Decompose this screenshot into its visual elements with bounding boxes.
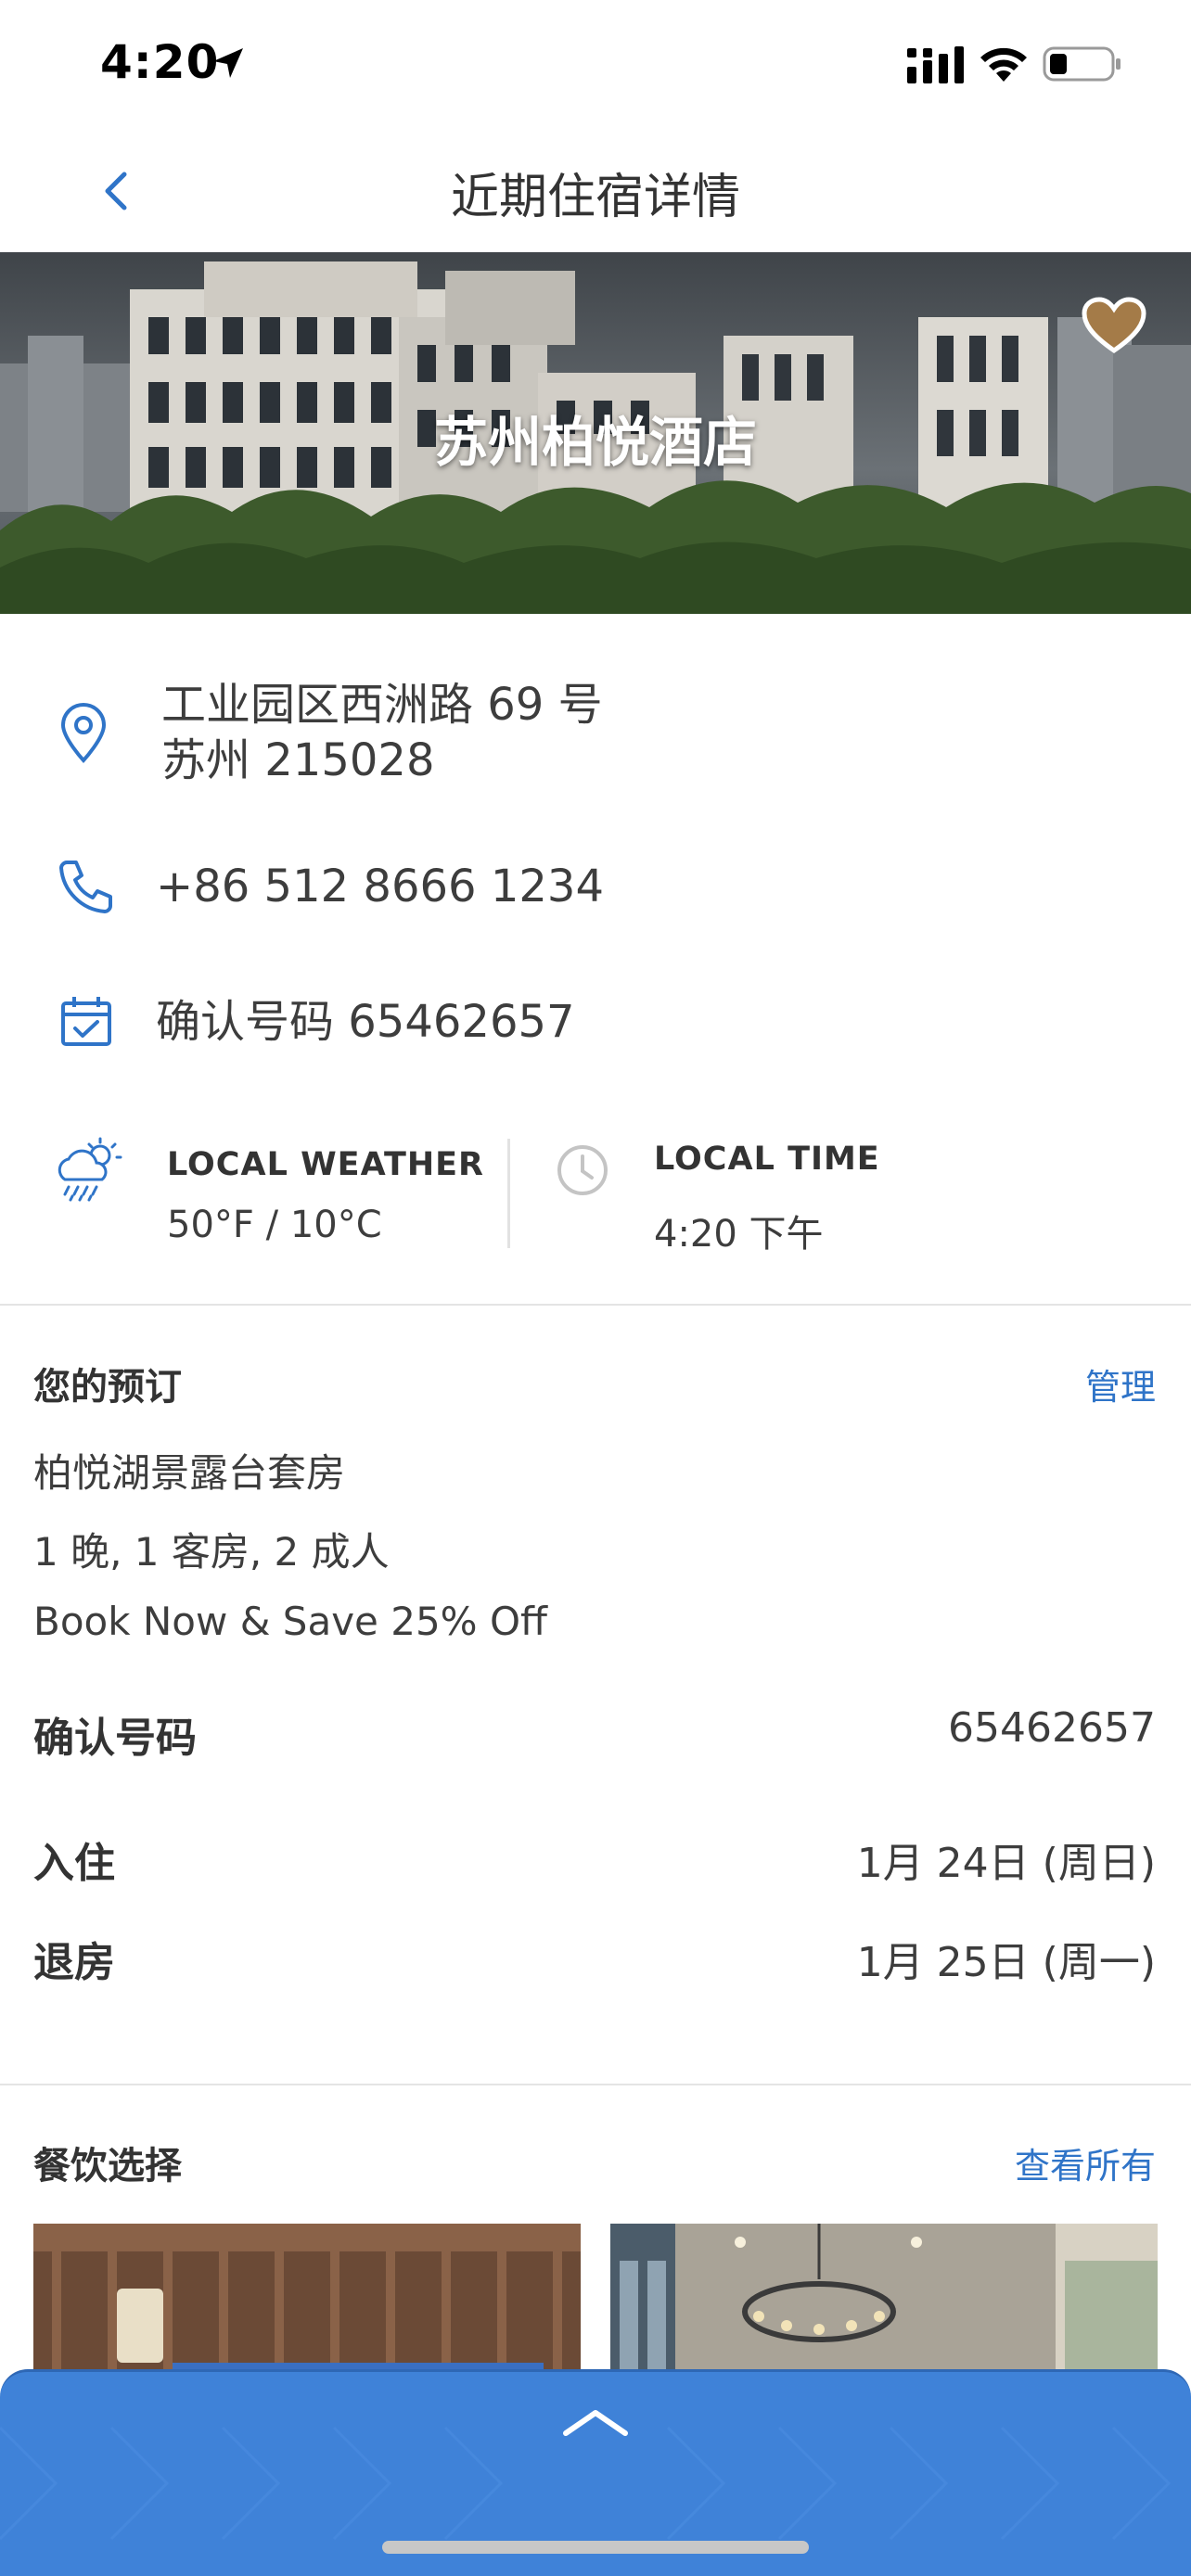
hotel-name: 苏州柏悦酒店	[433, 411, 757, 474]
reservation-section-title: 您的预订	[33, 1366, 182, 1409]
wifi-icon	[980, 47, 1027, 82]
checkin-label: 入住	[33, 1840, 115, 1887]
phone-icon	[59, 861, 112, 913]
chevron-up-icon[interactable]	[560, 2405, 631, 2439]
room-type: 柏悦湖景露台套房	[33, 1450, 346, 1496]
address-row[interactable]: 工业园区西洲路 69 号 苏州 215028	[0, 677, 1191, 797]
divider	[0, 2084, 1191, 2085]
location-arrow-icon	[213, 48, 243, 78]
cloud-sun-rain-icon	[58, 1137, 122, 1202]
local-time-value: 4:20 下午	[654, 1213, 824, 1256]
dining-section-title: 餐饮选择	[33, 2145, 182, 2187]
checkout-label: 退房	[33, 1939, 115, 1986]
clock-icon	[557, 1145, 608, 1195]
battery-icon	[1043, 46, 1121, 82]
local-weather-value: 50°F / 10°C	[167, 1204, 382, 1246]
signal-icon	[907, 46, 964, 83]
local-time-label: LOCAL TIME	[654, 1141, 880, 1178]
address-line-1: 工业园区西洲路 69 号	[161, 679, 603, 731]
rate-name: Book Now & Save 25% Off	[33, 1599, 547, 1644]
location-pin-icon	[60, 703, 107, 763]
address-line-2: 苏州 215028	[161, 734, 435, 786]
heart-icon[interactable]	[1081, 297, 1147, 356]
divider	[0, 1304, 1191, 1306]
checkout-date: 1月 25日 (周一)	[856, 1939, 1156, 1986]
view-all-dining-link[interactable]: 查看所有	[1015, 2137, 1156, 2188]
status-bar: 4:20	[0, 0, 1191, 130]
confirmation-number-label: 确认号码	[33, 1715, 197, 1762]
local-weather-label: LOCAL WEATHER	[167, 1146, 484, 1183]
phone-number[interactable]: +86 512 8666 1234	[156, 859, 604, 914]
confirmation-number-value: 65462657	[948, 1704, 1156, 1752]
checkin-date: 1月 24日 (周日)	[856, 1840, 1156, 1887]
stay-summary: 1 晚, 1 客房, 2 成人	[33, 1529, 390, 1575]
confirmation-row: 确认号码 65462657	[0, 990, 1191, 1055]
page-title: 近期住宿详情	[450, 170, 740, 225]
manage-reservation-link[interactable]: 管理	[1085, 1358, 1156, 1409]
status-time: 4:20	[100, 35, 220, 89]
navigation-bar: 近期住宿详情	[0, 130, 1191, 252]
stay-details-screen: 4:20 近期住宿详情 苏州柏悦酒店 工业园区西洲路 69 号 苏州 21502…	[0, 0, 1191, 2576]
weather-time-divider	[507, 1139, 510, 1248]
hotel-hero-image: 苏州柏悦酒店	[0, 252, 1191, 614]
phone-row[interactable]: +86 512 8666 1234	[0, 855, 1191, 916]
calendar-check-icon	[61, 997, 111, 1046]
home-indicator[interactable]	[382, 2541, 809, 2554]
confirmation-text: 确认号码 65462657	[156, 996, 575, 1048]
